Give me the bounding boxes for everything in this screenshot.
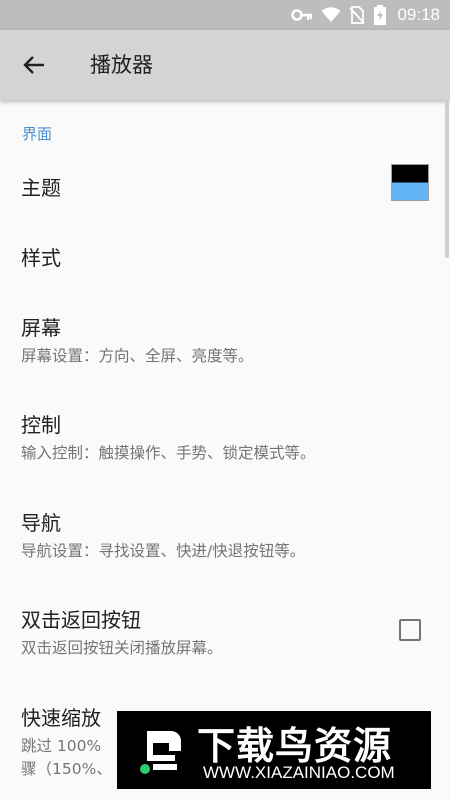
watermark-name: 下载鸟资源: [197, 724, 393, 768]
pref-control-title: 控制: [21, 413, 61, 437]
pref-quick-zoom-title: 快速缩放: [21, 706, 101, 730]
page-title: 播放器: [90, 53, 153, 77]
status-time: 09:18: [397, 5, 440, 24]
preferences-list[interactable]: 界面 主题 样式 屏幕 屏幕设置：方向、全屏、亮度等。 控制 输入控制：触摸操作…: [0, 100, 450, 799]
pref-theme[interactable]: 主题: [0, 150, 450, 228]
watermark-url: WWW.XIAZAINIAO.COM: [203, 763, 395, 782]
pref-navigation-title: 导航: [21, 511, 61, 535]
key-icon: [291, 8, 313, 22]
app-bar: 播放器: [0, 30, 450, 100]
pref-screen-title: 屏幕: [21, 316, 61, 340]
wifi-icon: [321, 7, 341, 23]
theme-color-swatch[interactable]: [391, 164, 429, 201]
pref-quick-zoom-summary-line2: 骤（150%、: [21, 760, 112, 778]
status-bar: 09:18: [0, 0, 450, 30]
pref-screen-summary: 屏幕设置：方向、全屏、亮度等。: [21, 347, 254, 365]
pref-navigation-summary: 导航设置：寻找设置、快进/快退按钮等。: [21, 542, 306, 560]
pref-control[interactable]: 控制 输入控制：触摸操作、手势、锁定模式等。: [0, 397, 450, 485]
watermark-banner: 下载鸟资源 WWW.XIAZAINIAO.COM: [117, 711, 431, 789]
scrollbar-thumb[interactable]: [445, 100, 449, 258]
pref-double-tap-back-title: 双击返回按钮: [21, 608, 141, 632]
status-icons: 09:18: [291, 0, 440, 30]
pref-control-summary: 输入控制：触摸操作、手势、锁定模式等。: [21, 444, 316, 462]
no-sim-icon: [349, 6, 366, 24]
pref-double-tap-back-summary: 双击返回按钮关闭播放屏幕。: [21, 639, 223, 657]
pref-style[interactable]: 样式: [0, 228, 450, 288]
pref-navigation[interactable]: 导航 导航设置：寻找设置、快进/快退按钮等。: [0, 495, 450, 583]
pref-theme-title: 主题: [21, 176, 61, 200]
double-tap-back-checkbox[interactable]: [399, 619, 421, 641]
back-button[interactable]: [16, 47, 52, 83]
pref-double-tap-back[interactable]: 双击返回按钮 双击返回按钮关闭播放屏幕。: [0, 592, 450, 680]
pref-style-title: 样式: [21, 246, 61, 270]
pref-quick-zoom-summary-line1: 跳过 100%: [21, 737, 102, 755]
battery-charging-icon: [373, 5, 387, 25]
bird-logo-icon: [140, 731, 181, 774]
section-header-interface: 界面: [22, 125, 53, 143]
pref-screen[interactable]: 屏幕 屏幕设置：方向、全屏、亮度等。: [0, 300, 450, 388]
arrow-left-icon: [23, 56, 44, 74]
